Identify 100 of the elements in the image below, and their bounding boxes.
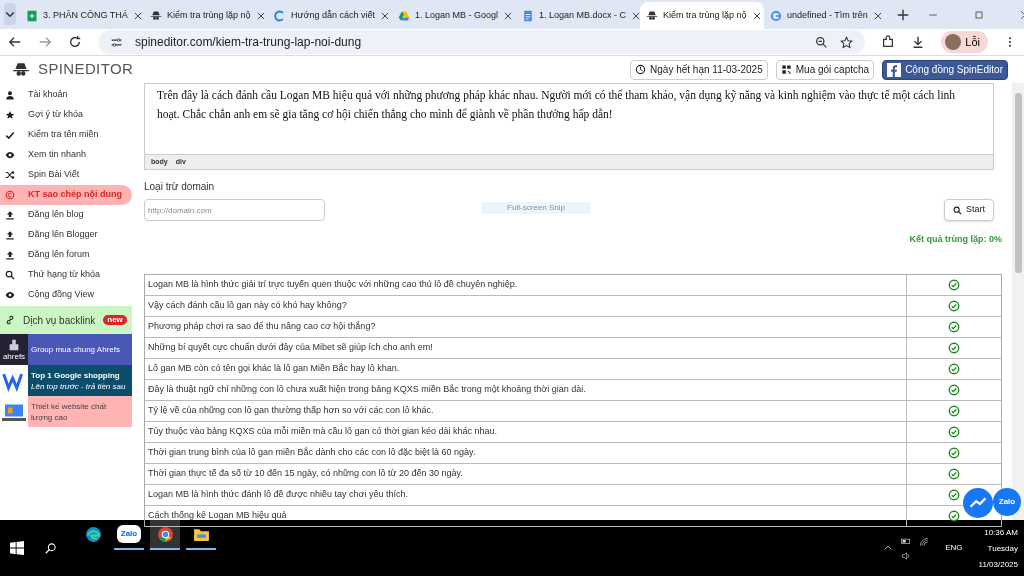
address-bar[interactable]: spineditor.com/kiem-tra-trung-lap-noi-dung (98, 30, 866, 54)
browser-tab[interactable]: 3. PHÂN CÔNG THÁ (20, 2, 144, 29)
sidebar-item[interactable]: Kiểm tra tên miền (0, 125, 132, 145)
clock-icon (635, 64, 647, 75)
shuffle-icon (5, 170, 15, 180)
sidebar-item[interactable]: Spin Bài Viết (0, 165, 132, 185)
snip-label: Full-screen Snip (482, 202, 590, 214)
table-cell: Phương pháp chơi ra sao để thu nâng cao cơ hội thắng? (145, 316, 907, 337)
table-cell: Đây là thuật ngữ chỉ những con lô chưa xuất hiện trong bảng KQXS miền Bắc trong một khoảng thời gian dài. (145, 379, 907, 400)
promo-banner[interactable]: ahrefs Group mua chung Ahrefs (0, 334, 132, 365)
browser-tab[interactable]: 1. Logan MB - Googl (392, 2, 516, 29)
table-cell: Vậy cách đánh cầu lô gan này có khó hay không? (145, 295, 907, 316)
upload-icon (5, 250, 15, 260)
volume-icon[interactable] (901, 550, 912, 561)
promo-subtitle: Lên top trước - trả tiền sau (31, 380, 126, 392)
zalo-icon: Zalo (117, 525, 141, 543)
browser-tab[interactable]: Kiểm tra trùng lặp nộ (640, 2, 764, 29)
windows-icon[interactable] (10, 541, 24, 555)
start-button[interactable]: Start (944, 199, 994, 221)
search-icon (953, 205, 962, 215)
browser-tab[interactable]: Kiểm tra trùng lặp nộ (144, 2, 268, 29)
table-cell: Logan MB là hình thức giải trí trực tuyến quen thuộc với những cao thủ lô đề chuyên nghiệp. (145, 274, 907, 295)
table-cell: Những bí quyết cực chuẩn dưới đây của Mibet sẽ giúp ích cho anh em! (145, 337, 907, 358)
tab-title: Kiểm tra trùng lặp nộ (167, 8, 251, 22)
sidebar-item[interactable]: Tài khoản (0, 85, 132, 105)
zoom-icon[interactable] (815, 35, 829, 49)
table-cell: Thời gian thực tế đa số từ 10 đến 15 ngày, có những con lô từ 20 đến 30 ngày. (145, 463, 907, 484)
browser-tab[interactable]: undefined - Tìm trên (764, 2, 888, 29)
site-settings-icon (110, 35, 123, 49)
close-icon[interactable] (872, 10, 883, 21)
eye-icon (5, 290, 15, 300)
table-cell: Logan MB là hình thức đánh lô đề được nhiều tay chơi yêu thích. (145, 484, 907, 505)
promo-banner[interactable]: Thiết kế website chất lượng cao (0, 396, 132, 427)
chevron-up-icon[interactable] (883, 543, 894, 553)
battery-icon[interactable] (901, 535, 912, 546)
language-indicator[interactable]: ENG (945, 542, 963, 554)
domain-input[interactable]: http://domain.com (144, 199, 325, 221)
triangle-icon (398, 9, 410, 22)
close-icon[interactable] (503, 10, 514, 21)
hat-icon (12, 60, 30, 79)
editor-text: Trên đây là cách đánh cầu Logan MB hiệu quả với những phương pháp khác nhau. Người mới có thể tham khảo, vận dụng kỹ năng và kinh nghiệm vào thực tế một cách linh hoạt. Chắc chắn anh em sẽ gia tăng cơ hội chiến thắng cho mình để giành về phần thưởng hấp dẫn! (157, 88, 957, 123)
hat-icon (646, 9, 658, 22)
star-icon[interactable] (840, 35, 854, 49)
field-label: Loại trừ domain (144, 180, 216, 194)
sidebar-item[interactable]: Đăng lên blog (0, 205, 132, 225)
c-logo-icon (274, 9, 286, 22)
plus-icon[interactable] (896, 8, 910, 22)
header-button[interactable]: Mua gói captcha (775, 59, 875, 80)
chrome-icon (156, 525, 174, 543)
taskbar-app[interactable] (150, 520, 180, 550)
promo-title: Thiết kế website chất lượng cao (31, 400, 108, 423)
upload-icon (5, 210, 15, 220)
header-button[interactable]: Cộng đồng SpinEditor (882, 59, 1008, 80)
back-icon[interactable] (8, 35, 22, 49)
close-icon[interactable] (132, 10, 143, 21)
reload-icon[interactable] (68, 35, 82, 49)
building-icon (7, 338, 21, 352)
sheets-icon (26, 9, 38, 22)
sidebar-item[interactable]: Đăng lên Blogger (0, 225, 132, 245)
clock-day: Tuesday (987, 541, 1018, 555)
profile-button[interactable]: Lỗi (941, 31, 988, 53)
eye-icon (5, 150, 15, 160)
tab-title: undefined - Tìm trên (787, 8, 868, 22)
table-cell: Tỷ lệ về của những con lô gan thường thấp hơn so với các con lô khác. (145, 400, 907, 421)
taskbar-app[interactable]: Zalo (114, 520, 144, 550)
backlink-item[interactable]: Dịch vụ backlink new (0, 306, 132, 334)
promo-title: Top 1 Google shopping (31, 369, 121, 381)
messenger-icon[interactable] (963, 488, 993, 518)
tab-search-button[interactable] (4, 3, 16, 25)
star-icon (5, 110, 15, 120)
extensions-icon[interactable] (881, 35, 896, 49)
user-icon (5, 90, 15, 100)
hat-icon (150, 9, 162, 22)
close-icon[interactable] (631, 10, 642, 21)
browser-tab[interactable]: Hướng dẫn cách viết (268, 2, 392, 29)
close-icon[interactable] (380, 10, 390, 21)
close-icon[interactable] (751, 10, 762, 21)
facebook-icon (887, 62, 902, 77)
forward-icon[interactable] (38, 35, 52, 49)
browser-tab[interactable]: 1. Logan MB.docx - C (516, 2, 640, 29)
clock[interactable]: 10:36 AM Tuesday 11/03/2025 (978, 525, 1018, 571)
tab-title: 1. Logan MB - Googl (415, 8, 499, 22)
copyright-icon (5, 190, 15, 200)
wifi-icon[interactable] (919, 536, 930, 547)
site-logo[interactable]: SPINEDITOR (38, 58, 134, 81)
sidebar-item[interactable]: Đăng lên forum (0, 245, 132, 265)
search-icon[interactable] (45, 542, 57, 554)
search-icon (5, 270, 15, 280)
checkmark-icon (5, 130, 15, 140)
promo-banner[interactable]: Top 1 Google shopping Lên top trước - trả tiền sau (0, 365, 132, 396)
sidebar-item[interactable]: Gợi ý từ khóa (0, 105, 132, 125)
close-icon[interactable] (255, 10, 266, 21)
avatar-icon (945, 34, 962, 50)
restore-icon[interactable] (973, 9, 985, 21)
sidebar-item[interactable]: Thứ hạng từ khóa (0, 265, 132, 285)
document-icon (522, 9, 534, 22)
sidebar-item[interactable]: Xem tin nhanh (0, 145, 132, 165)
header-button[interactable]: Ngày hết hạn 11-03-2025 (630, 59, 768, 80)
tab-title: Hướng dẫn cách viết (291, 8, 375, 22)
sidebar-item[interactable]: Cộng đồng View (0, 285, 132, 305)
